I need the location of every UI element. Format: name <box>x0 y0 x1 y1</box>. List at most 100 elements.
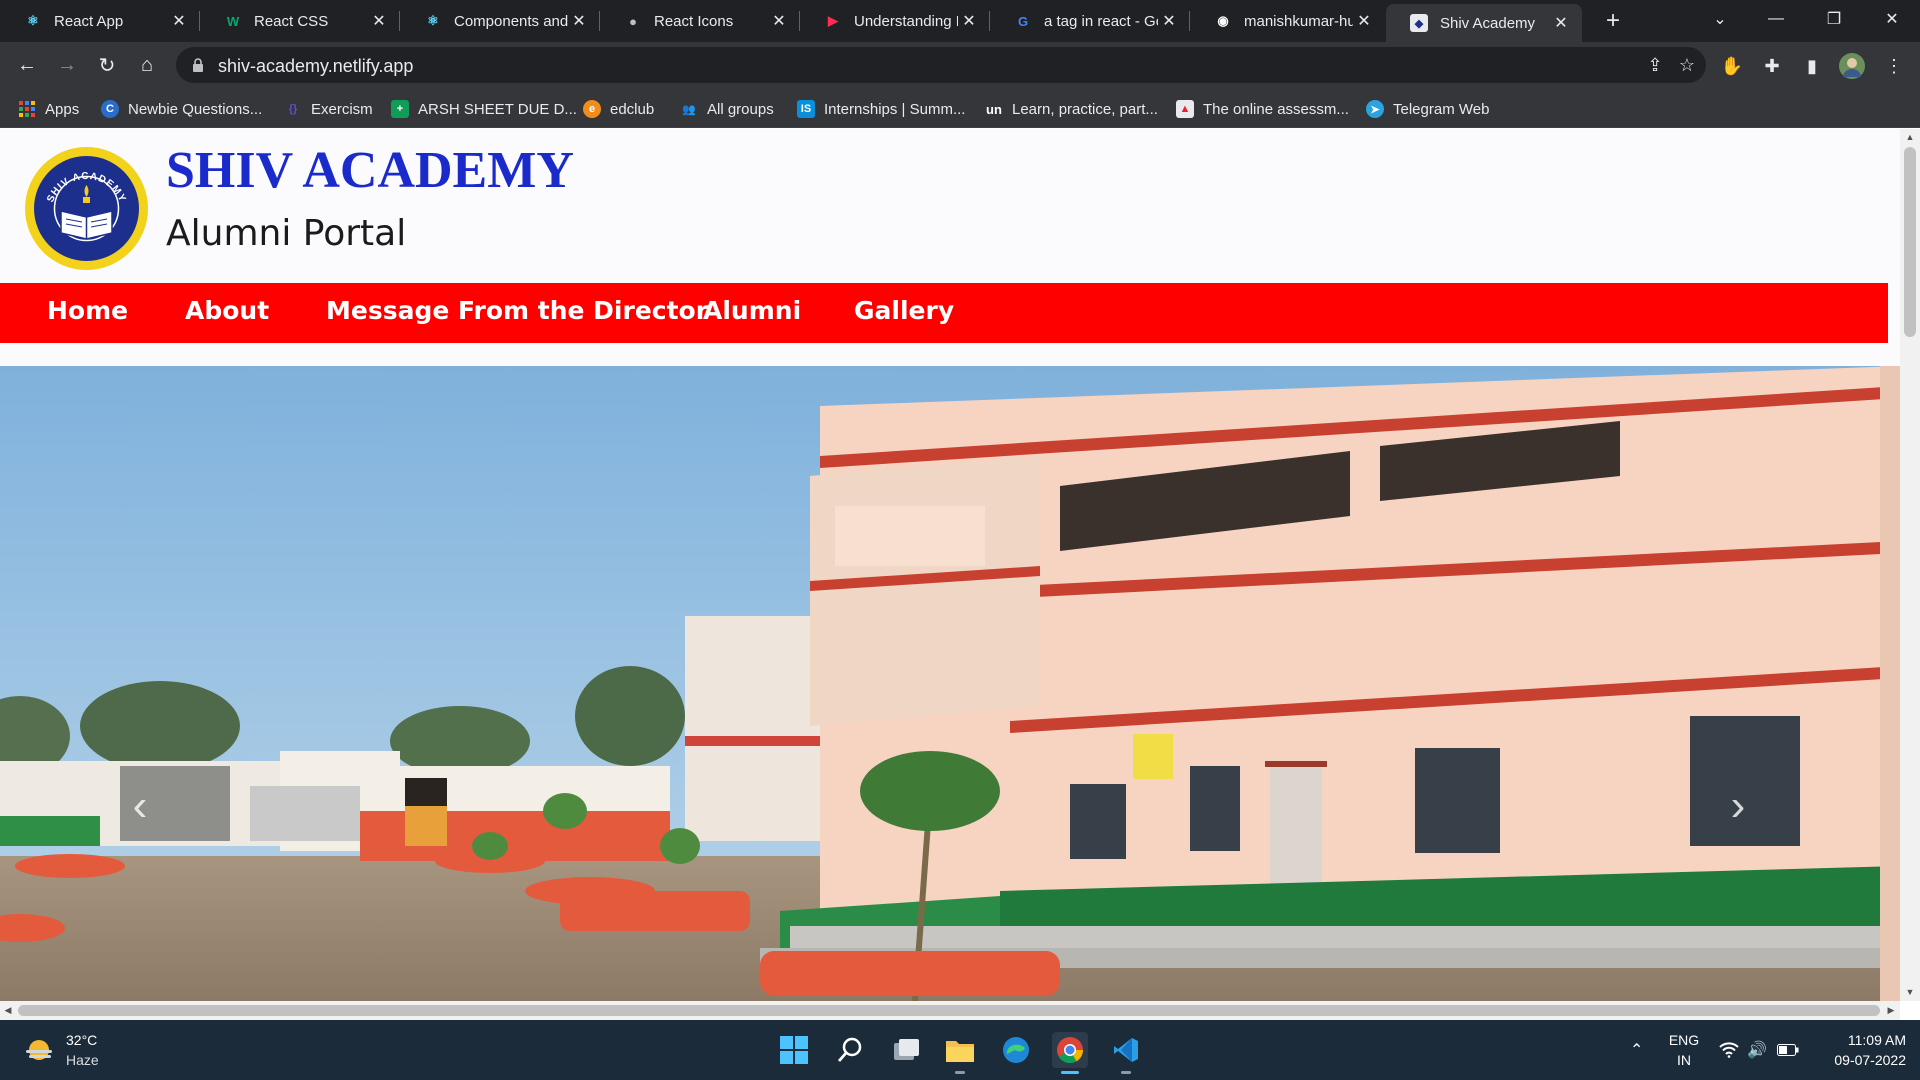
bookmark-newbie-questions[interactable]: C Newbie Questions... <box>101 98 262 120</box>
edge-icon[interactable] <box>998 1032 1034 1068</box>
scroll-right-icon[interactable]: ▶ <box>1886 1005 1896 1015</box>
video-icon: ▶ <box>828 13 838 28</box>
codechef-icon: C <box>101 100 119 118</box>
vertical-scrollbar[interactable]: ▲ ▼ <box>1900 129 1920 1001</box>
search-icon[interactable] <box>832 1032 868 1068</box>
tab-understanding[interactable]: ▶ Understanding Li ✕ <box>800 0 990 42</box>
close-icon[interactable]: ✕ <box>168 10 190 32</box>
close-icon[interactable]: ✕ <box>1353 10 1375 32</box>
school-building-photo <box>0 366 1900 1001</box>
weather-temperature[interactable]: 32°C <box>66 1032 97 1048</box>
bookmark-label: Newbie Questions... <box>128 100 263 118</box>
tab-react-css[interactable]: W React CSS ✕ <box>200 0 400 42</box>
edclub-icon: e <box>583 100 601 118</box>
github-icon: ◉ <box>1217 13 1229 28</box>
bookmark-telegram-web[interactable]: ➤ Telegram Web <box>1366 98 1489 120</box>
close-window-icon[interactable]: ✕ <box>1864 0 1920 38</box>
shiv-academy-icon: ◆ <box>1410 14 1428 32</box>
weather-haze-icon[interactable] <box>24 1036 54 1062</box>
bookmark-online-assessment[interactable]: ▲ The online assessm... <box>1176 98 1349 120</box>
side-panel-icon[interactable]: ▮ <box>1799 53 1825 79</box>
back-icon[interactable]: ← <box>12 50 42 80</box>
tab-title: Shiv Academy <box>1440 14 1536 32</box>
nav-alumni[interactable]: Alumni <box>703 296 801 325</box>
tab-search-icon[interactable]: ⌄ <box>1692 0 1748 38</box>
nav-home[interactable]: Home <box>47 296 128 325</box>
tab-a-tag-google[interactable]: G a tag in react - Go ✕ <box>990 0 1190 42</box>
close-icon[interactable]: ✕ <box>368 10 390 32</box>
scroll-left-icon[interactable]: ◀ <box>3 1005 13 1015</box>
tab-github[interactable]: ◉ manishkumar-hul ✕ <box>1190 0 1385 42</box>
bookmark-label: Apps <box>45 100 80 118</box>
w3schools-icon: W <box>226 13 240 29</box>
horizontal-scrollbar[interactable]: ◀ ▶ <box>0 1001 1900 1020</box>
close-icon[interactable]: ✕ <box>568 10 590 32</box>
nav-gallery[interactable]: Gallery <box>854 296 954 325</box>
groups-icon: 👥 <box>682 103 696 116</box>
scrollbar-thumb[interactable] <box>18 1005 1880 1016</box>
extensions-puzzle-icon[interactable]: ✚ <box>1759 53 1785 79</box>
tab-react-app[interactable]: ⚛ React App ✕ <box>0 0 200 42</box>
scrollbar-thumb[interactable] <box>1904 147 1916 337</box>
menu-kebab-icon[interactable]: ⋮ <box>1881 53 1907 79</box>
bookmark-all-groups[interactable]: 👥 All groups <box>680 98 774 120</box>
bookmark-edclub[interactable]: e edclub <box>583 98 654 120</box>
scroll-down-icon[interactable]: ▼ <box>1905 987 1915 997</box>
bookmark-apps[interactable]: Apps <box>18 98 79 120</box>
reload-icon[interactable]: ↻ <box>92 50 122 80</box>
bookmark-arsh-sheet[interactable]: + ARSH SHEET DUE D... <box>391 98 577 120</box>
battery-icon[interactable] <box>1777 1044 1799 1056</box>
carousel-prev-icon[interactable]: ‹ <box>120 776 160 836</box>
bookmark-label: Exercism <box>311 100 373 118</box>
wifi-icon[interactable] <box>1719 1042 1739 1058</box>
site-subtitle: Alumni Portal <box>166 213 407 254</box>
close-icon[interactable]: ✕ <box>1158 10 1180 32</box>
globe-icon: ● <box>629 13 637 29</box>
school-logo[interactable]: SHIV ACADEMY <box>25 147 148 270</box>
browser-toolbar: ← → ↻ ⌂ shiv-academy.netlify.app ⇪ ☆ <box>0 42 1920 88</box>
tab-title: Understanding Li <box>854 12 958 30</box>
bookmark-exercism[interactable]: {} Exercism <box>284 98 373 120</box>
close-icon[interactable]: ✕ <box>958 10 980 32</box>
tab-title: a tag in react - Go <box>1044 12 1158 30</box>
tab-shiv-academy[interactable]: ◆ Shiv Academy ✕ <box>1386 4 1582 42</box>
region-code: IN <box>1677 1052 1691 1068</box>
bookmarks-bar: Apps C Newbie Questions... {} Exercism +… <box>0 88 1920 128</box>
logo-emblem: SHIV ACADEMY <box>45 171 127 242</box>
windows-start-icon[interactable] <box>776 1032 812 1068</box>
bookmark-learn-practice[interactable]: un Learn, practice, part... <box>985 98 1158 120</box>
react-icon: ⚛ <box>427 13 439 28</box>
share-icon[interactable]: ⇪ <box>1644 54 1666 76</box>
system-clock[interactable]: 11:09 AM 09-07-2022 <box>1814 1030 1906 1070</box>
chevron-up-icon[interactable]: ⌃ <box>1630 1040 1643 1060</box>
nav-director-message[interactable]: Message From the Director <box>326 296 708 325</box>
minimize-icon[interactable]: — <box>1748 0 1804 38</box>
bookmark-star-icon[interactable]: ☆ <box>1676 54 1698 76</box>
tab-title: React App <box>54 12 124 30</box>
scroll-up-icon[interactable]: ▲ <box>1905 132 1915 142</box>
bookmark-label: edclub <box>610 100 655 118</box>
restore-icon[interactable]: ❐ <box>1806 0 1862 38</box>
tab-react-icons[interactable]: ● React Icons ✕ <box>600 0 800 42</box>
adblock-extension-icon[interactable]: ✋ <box>1719 53 1745 79</box>
chrome-icon[interactable] <box>1052 1032 1088 1074</box>
carousel-next-icon[interactable]: › <box>1718 776 1758 836</box>
nav-about[interactable]: About <box>185 296 269 325</box>
close-icon[interactable]: ✕ <box>768 10 790 32</box>
address-bar[interactable]: shiv-academy.netlify.app ⇪ ☆ <box>176 47 1706 83</box>
task-view-icon[interactable] <box>888 1032 924 1068</box>
language-indicator[interactable]: ENG IN <box>1666 1030 1702 1070</box>
profile-avatar[interactable] <box>1839 53 1865 79</box>
new-tab-button[interactable]: + <box>1600 7 1626 34</box>
vscode-icon[interactable] <box>1108 1032 1144 1074</box>
weather-description[interactable]: Haze <box>66 1052 99 1068</box>
bookmark-internships[interactable]: IS Internships | Summ... <box>797 98 965 120</box>
tab-components[interactable]: ⚛ Components and ✕ <box>400 0 600 42</box>
volume-icon[interactable]: 🔊 <box>1747 1040 1767 1060</box>
forward-icon[interactable]: → <box>52 50 82 80</box>
hero-carousel[interactable]: ‹ › <box>0 366 1900 1001</box>
home-icon[interactable]: ⌂ <box>132 50 162 80</box>
tab-title: React Icons <box>654 12 734 30</box>
file-explorer-icon[interactable] <box>942 1032 978 1074</box>
close-icon[interactable]: ✕ <box>1550 12 1572 34</box>
